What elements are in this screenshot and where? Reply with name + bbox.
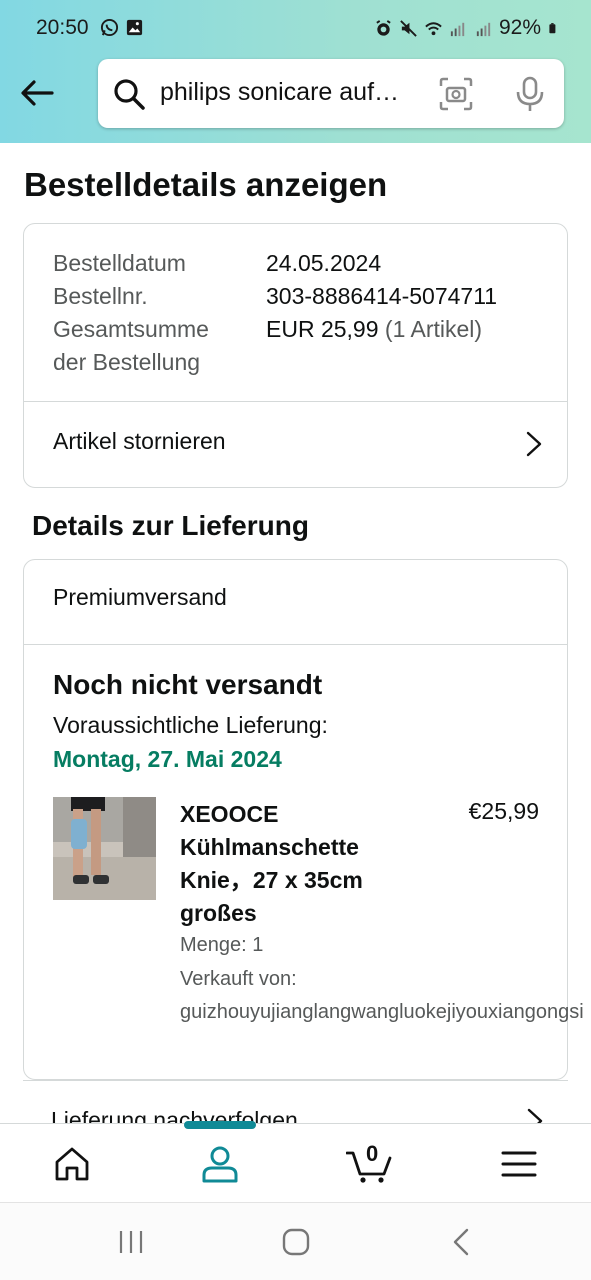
wifi-call-icon xyxy=(425,21,442,35)
track-delivery-link[interactable]: Lieferung nachverfolgen xyxy=(23,1080,568,1123)
search-bar[interactable]: philips sonicare auf… xyxy=(98,59,564,128)
order-total-items: (1 Artikel) xyxy=(384,316,483,342)
battery-percent: 92% xyxy=(498,16,541,39)
gallery-icon xyxy=(126,19,143,36)
alarm-icon xyxy=(376,19,391,36)
order-number-value: 303-8886414-5074711 xyxy=(266,283,498,309)
delivery-card: Premiumversand Noch nicht versandt Vorau… xyxy=(23,559,584,1080)
divider xyxy=(24,644,567,645)
search-icon xyxy=(114,79,145,110)
microphone-icon[interactable] xyxy=(512,75,548,113)
chevron-right-icon xyxy=(526,431,542,457)
product-image[interactable] xyxy=(53,797,156,900)
home-icon[interactable] xyxy=(50,1144,94,1184)
status-bar: 20:50 92% xyxy=(0,0,591,58)
sold-by-label: Verkauft von: xyxy=(180,968,297,990)
track-delivery-label: Lieferung nachverfolgen xyxy=(51,1107,298,1123)
app-header: 20:50 92% philips sonicare auf… xyxy=(0,0,591,143)
menu-icon[interactable] xyxy=(497,1144,541,1184)
product-price: €25,99 xyxy=(468,798,539,824)
eta-label: Voraussichtliche Lieferung: xyxy=(53,712,328,738)
system-back-icon[interactable] xyxy=(445,1225,479,1259)
cart-count: 0 xyxy=(366,1141,379,1166)
order-summary-card: Bestelldatum 24.05.2024 Bestellnr. 303-8… xyxy=(23,223,568,488)
shipping-method: Premiumversand xyxy=(53,584,227,610)
page-title: Bestelldetails anzeigen xyxy=(24,166,388,203)
order-number-label: Bestellnr. xyxy=(53,283,148,309)
signal-roaming-icon xyxy=(476,22,491,36)
eta-date: Montag, 27. Mai 2024 xyxy=(53,746,282,772)
product-quantity: Menge: 1 xyxy=(180,934,264,956)
bottom-nav: 0 xyxy=(0,1121,591,1202)
order-date-label: Bestelldatum xyxy=(53,250,186,276)
shipment-status: Noch nicht versandt xyxy=(53,669,323,700)
product-title[interactable]: XEOOCE Kühlmanschette Knie，27 x 35cm gro… xyxy=(180,798,410,930)
order-total-label-line2: der Bestellung xyxy=(53,349,201,375)
system-nav-bar xyxy=(0,1202,591,1280)
seller-name[interactable]: guizhouyujianglangwangluokejiyouxiangong… xyxy=(180,1001,584,1024)
account-icon[interactable] xyxy=(198,1144,242,1184)
cancel-items-link[interactable]: Artikel stornieren xyxy=(24,402,567,486)
back-arrow-icon[interactable] xyxy=(18,74,56,112)
chevron-right-icon xyxy=(527,1108,543,1123)
camera-search-icon[interactable] xyxy=(438,76,474,112)
cancel-items-label: Artikel stornieren xyxy=(53,428,226,454)
delivery-heading: Details zur Lieferung xyxy=(32,510,309,541)
battery-icon xyxy=(549,22,556,33)
order-total-label-line1: Gesamtsumme xyxy=(53,316,209,342)
whatsapp-icon xyxy=(100,18,119,37)
order-date-value: 24.05.2024 xyxy=(266,250,382,276)
active-tab-indicator xyxy=(184,1121,256,1129)
home-button-icon[interactable] xyxy=(279,1225,313,1259)
recent-apps-icon[interactable] xyxy=(114,1225,148,1259)
signal-icon xyxy=(450,22,465,36)
status-time: 20:50 xyxy=(36,16,89,39)
order-total-amount: EUR 25,99 xyxy=(266,316,379,342)
mute-icon xyxy=(400,19,417,37)
order-total-value: EUR 25,99 (1 Artikel) xyxy=(266,313,482,346)
search-input[interactable]: philips sonicare auf… xyxy=(160,78,422,107)
